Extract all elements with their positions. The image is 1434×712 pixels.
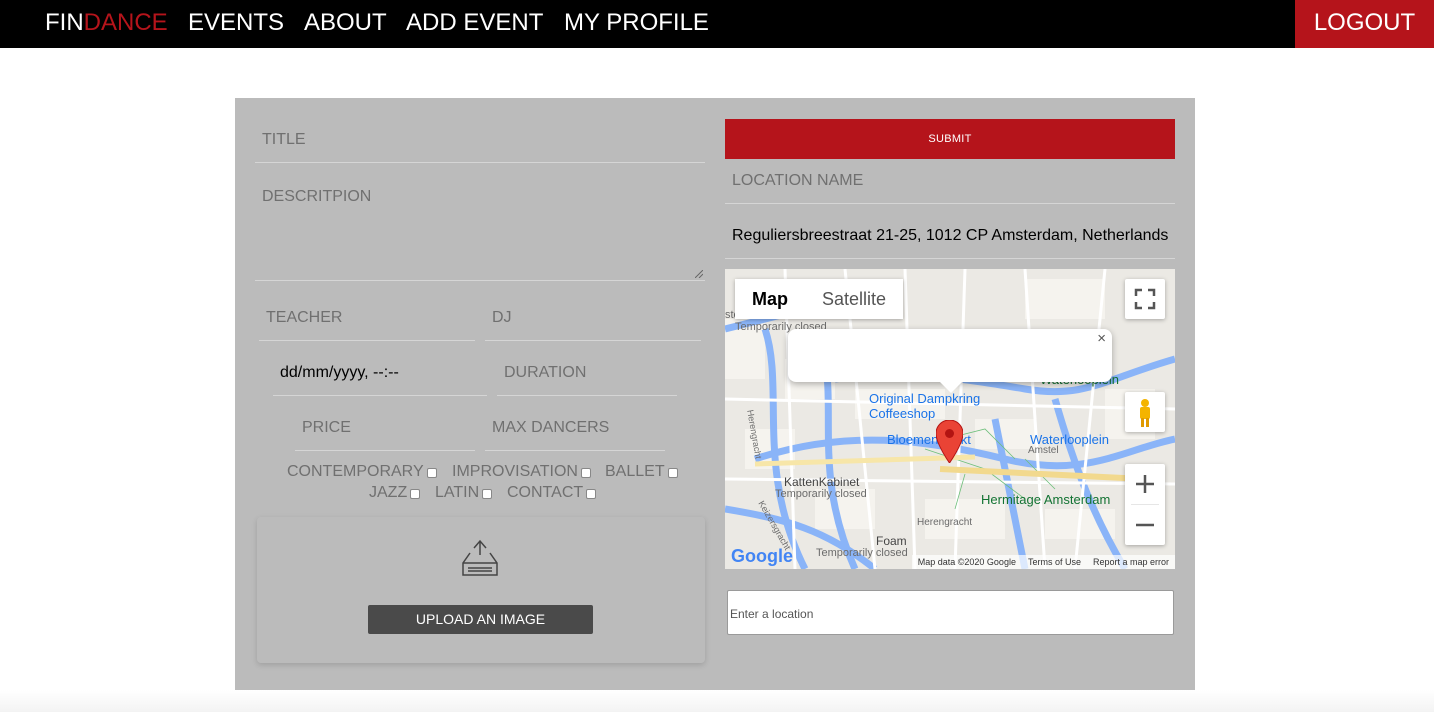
style-contemporary[interactable]: CONTEMPORARY <box>287 463 437 481</box>
nav-my-profile-link[interactable]: MY PROFILE <box>564 0 709 48</box>
map-type-control: Map Satellite <box>735 279 904 319</box>
brand-part1: FIN <box>45 9 84 36</box>
submit-button[interactable]: SUBMIT <box>725 119 1175 159</box>
map-type-satellite-button[interactable]: Satellite <box>805 279 903 319</box>
brand-logo-link[interactable]: FINDANCE <box>45 0 168 48</box>
map-label-temp-closed-2: Temporarily closed <box>775 488 867 500</box>
fullscreen-icon <box>1134 288 1156 310</box>
map-label-foam: Foam <box>876 534 907 548</box>
duration-placeholder: DURATION <box>504 364 587 381</box>
logout-button[interactable]: LOGOUT <box>1295 0 1434 48</box>
style-ballet[interactable]: BALLET <box>605 463 678 481</box>
checkbox[interactable] <box>426 468 437 478</box>
brand-part2: DANCE <box>83 9 168 36</box>
map-info-window: × <box>788 329 1112 382</box>
terms-of-use-link[interactable]: Terms of Use <box>1028 555 1081 569</box>
style-label: CONTACT <box>507 484 584 501</box>
street-view-pegman-button[interactable] <box>1125 392 1165 432</box>
map-label-herengracht: Herengracht <box>917 517 973 528</box>
style-jazz[interactable]: JAZZ <box>369 484 421 502</box>
top-navbar: FINDANCE EVENTS ABOUT ADD EVENT MY PROFI… <box>0 0 1434 48</box>
style-label: JAZZ <box>369 484 408 501</box>
resize-handle-icon[interactable] <box>695 270 703 278</box>
report-map-error-link[interactable]: Report a map error <box>1093 555 1169 569</box>
map-label-kattenkabinet: KattenKabinet <box>784 475 860 489</box>
description-placeholder: DESCRITPION <box>262 188 372 205</box>
location-search-input[interactable]: Enter a location <box>727 590 1174 635</box>
upload-image-button[interactable]: UPLOAD AN IMAGE <box>368 605 593 634</box>
google-logo: Google <box>731 546 793 567</box>
page-bottom-fade <box>0 690 1434 712</box>
description-textarea[interactable]: DESCRITPION <box>255 175 705 281</box>
map-label-hermitage: Hermitage Amsterdam <box>981 492 1111 507</box>
location-search-placeholder: Enter a location <box>730 607 814 621</box>
checkbox[interactable] <box>580 468 591 478</box>
max-dancers-placeholder: MAX DANCERS <box>492 419 610 436</box>
style-label: BALLET <box>605 463 665 480</box>
title-input[interactable]: TITLE <box>255 118 705 163</box>
map-attribution-bar: Map data ©2020 Google Terms of Use Repor… <box>911 555 1175 569</box>
dj-input[interactable]: DJ <box>485 296 701 341</box>
nav-add-event-link[interactable]: ADD EVENT <box>406 0 543 48</box>
teacher-input[interactable]: TEACHER <box>259 296 475 341</box>
zoom-out-button[interactable] <box>1125 505 1165 545</box>
map-label-temp-closed-3: Temporarily closed <box>816 547 908 559</box>
dj-placeholder: DJ <box>492 309 512 326</box>
checkbox[interactable] <box>667 468 678 478</box>
address-value: Reguliersbreestraat 21-25, 1012 CP Amste… <box>732 227 1169 244</box>
map-type-map-button[interactable]: Map <box>735 279 805 319</box>
title-placeholder: TITLE <box>262 131 306 148</box>
style-latin[interactable]: LATIN <box>435 484 493 502</box>
style-label: LATIN <box>435 484 480 501</box>
pegman-icon <box>1140 399 1150 427</box>
zoom-control <box>1125 464 1165 545</box>
checkbox[interactable] <box>586 489 597 499</box>
map-label-coffeeshop: Coffeeshop <box>869 406 936 421</box>
map-label-amstel: Amstel <box>1028 445 1059 456</box>
style-contact[interactable]: CONTACT <box>507 484 597 502</box>
nav-about-link[interactable]: ABOUT <box>304 0 387 48</box>
checkbox[interactable] <box>410 489 421 499</box>
address-input[interactable]: Reguliersbreestraat 21-25, 1012 CP Amste… <box>725 214 1175 259</box>
price-input[interactable]: PRICE <box>295 406 475 451</box>
style-improvisation[interactable]: IMPROVISATION <box>452 463 591 481</box>
style-label: CONTEMPORARY <box>287 463 424 480</box>
duration-input[interactable]: DURATION <box>497 351 677 396</box>
inbox-tray-icon <box>462 539 498 576</box>
checkbox[interactable] <box>482 489 493 499</box>
datetime-value: dd/mm/yyyy, --:-- <box>280 364 399 381</box>
fullscreen-button[interactable] <box>1125 279 1165 319</box>
price-placeholder: PRICE <box>302 419 351 436</box>
google-logo-text: Google <box>731 546 793 566</box>
map-label-dampkring: Original Dampkring <box>869 391 981 406</box>
map-marker-icon[interactable] <box>936 420 963 463</box>
zoom-in-button[interactable] <box>1125 464 1165 504</box>
location-name-input[interactable]: LOCATION NAME <box>725 159 1175 204</box>
google-map[interactable]: sterdam Museum Temporarily closed Origin… <box>725 269 1175 569</box>
style-label: IMPROVISATION <box>452 463 578 480</box>
info-window-tail <box>939 381 963 393</box>
location-name-placeholder: LOCATION NAME <box>732 172 864 189</box>
teacher-placeholder: TEACHER <box>266 309 343 326</box>
info-window-close-icon[interactable]: × <box>1097 330 1106 347</box>
nav-events-link[interactable]: EVENTS <box>188 0 284 48</box>
map-data-text: Map data ©2020 Google <box>917 557 1016 567</box>
datetime-input[interactable]: dd/mm/yyyy, --:-- <box>273 351 487 396</box>
max-dancers-input[interactable]: MAX DANCERS <box>485 406 665 451</box>
